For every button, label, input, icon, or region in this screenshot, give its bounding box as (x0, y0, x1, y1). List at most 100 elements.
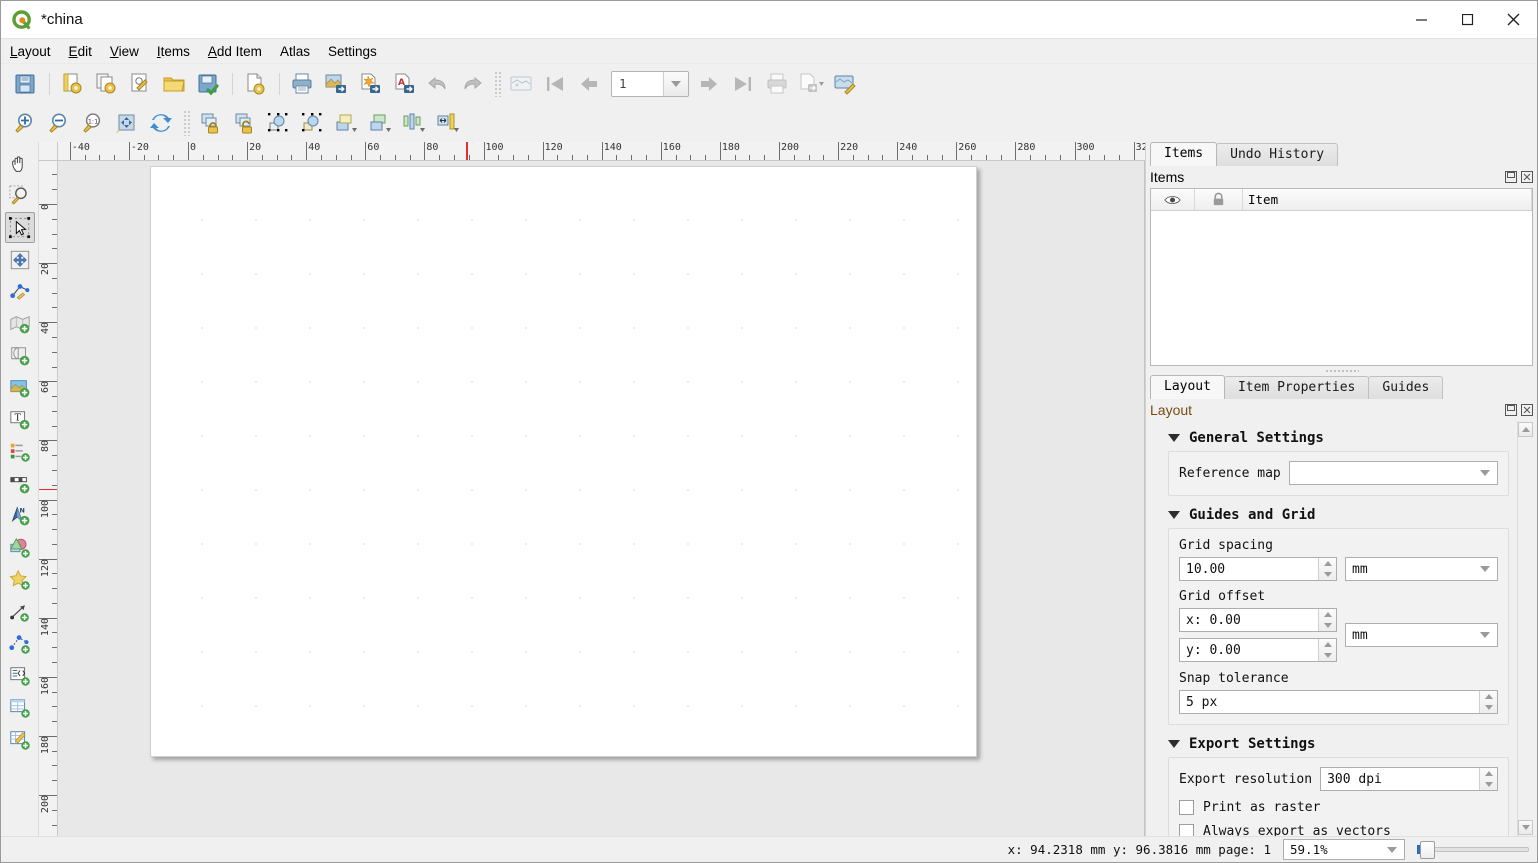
zoom-slider-handle[interactable] (1420, 840, 1435, 859)
move-item-content-button[interactable] (5, 244, 35, 275)
group-general-settings[interactable]: General Settings (1154, 425, 1515, 451)
atlas-preview-button[interactable] (829, 68, 860, 99)
distribute-items-button[interactable] (432, 107, 463, 138)
layout-manager-button[interactable] (124, 68, 155, 99)
float-panel-icon[interactable] (1504, 404, 1517, 417)
collapse-triangle-icon[interactable] (1168, 511, 1180, 519)
close-panel-icon[interactable] (1520, 171, 1533, 184)
add-manual-table-button[interactable] (5, 724, 35, 755)
undo-button[interactable] (422, 68, 453, 99)
dock-splitter[interactable] (1146, 366, 1537, 375)
group-items-button[interactable] (262, 107, 293, 138)
add-node-item-button[interactable] (5, 628, 35, 659)
redo-button[interactable] (456, 68, 487, 99)
zoom-slider[interactable] (1417, 840, 1529, 859)
zoom-out-button[interactable] (43, 107, 74, 138)
spin-up-icon[interactable] (1319, 609, 1336, 620)
new-layout-button[interactable] (56, 68, 87, 99)
add-shape-button[interactable] (5, 532, 35, 563)
export-image-button[interactable] (320, 68, 351, 99)
raise-items-button[interactable] (330, 107, 361, 138)
add-marker-button[interactable] (5, 564, 35, 595)
collapse-triangle-icon[interactable] (1168, 434, 1180, 442)
menu-edit[interactable]: Edit (60, 41, 101, 62)
save-template-button[interactable] (192, 68, 223, 99)
chevron-down-icon[interactable] (1473, 558, 1497, 580)
spin-down-icon[interactable] (1319, 650, 1336, 661)
always-export-vectors-checkbox[interactable] (1179, 824, 1194, 836)
print-as-raster-row[interactable]: Print as raster (1179, 800, 1498, 815)
spin-up-icon[interactable] (1480, 768, 1497, 779)
grid-offset-x-input[interactable]: x: 0.00 (1179, 608, 1337, 632)
items-list-panel[interactable]: Item (1150, 188, 1533, 366)
grid-spacing-input[interactable]: 10.00 (1179, 557, 1337, 581)
menu-atlas[interactable]: Atlas (271, 41, 319, 62)
tab-items[interactable]: Items (1150, 142, 1218, 166)
add-label-button[interactable]: T (5, 404, 35, 435)
atlas-export-button[interactable] (795, 68, 826, 99)
add-north-arrow-button[interactable]: N (5, 500, 35, 531)
atlas-first-feature-button[interactable] (539, 68, 570, 99)
edit-nodes-item-button[interactable] (5, 276, 35, 307)
zoom-tool-button[interactable] (5, 180, 35, 211)
pan-layout-tool-button[interactable] (5, 148, 35, 179)
add-legend-button[interactable] (5, 436, 35, 467)
spin-up-icon[interactable] (1480, 691, 1497, 702)
float-panel-icon[interactable] (1504, 171, 1517, 184)
zoom-to-extent-button[interactable] (111, 107, 142, 138)
refresh-view-button[interactable] (145, 107, 176, 138)
grid-offset-y-input[interactable]: y: 0.00 (1179, 638, 1337, 662)
add-arrow-button[interactable] (5, 596, 35, 627)
atlas-print-button[interactable] (761, 68, 792, 99)
close-button[interactable] (1491, 1, 1537, 39)
menu-add-item[interactable]: Add Item (199, 41, 271, 62)
scroll-down-arrow-icon[interactable] (1518, 820, 1533, 835)
spin-down-icon[interactable] (1480, 779, 1497, 790)
unlock-items-button[interactable] (228, 107, 259, 138)
layout-properties-button[interactable] (239, 68, 270, 99)
vertical-ruler[interactable]: 020406080100120140160180200220240 (39, 161, 58, 836)
print-button[interactable] (286, 68, 317, 99)
spin-down-icon[interactable] (1480, 702, 1497, 713)
snap-tolerance-input[interactable]: 5 px (1179, 690, 1498, 714)
items-table-body[interactable] (1151, 211, 1532, 365)
horizontal-ruler[interactable]: -40 -20 0 20 40 60 80 100 120 140 160 180 200 220 240 2… (58, 142, 1145, 161)
add-3d-map-button[interactable] (5, 340, 35, 371)
ungroup-items-button[interactable] (296, 107, 327, 138)
export-pdf-button[interactable]: A (388, 68, 419, 99)
zoom-100-button[interactable]: 1:1 (77, 107, 108, 138)
lock-items-button[interactable] (194, 107, 225, 138)
chevron-down-icon[interactable] (1473, 462, 1497, 484)
spin-down-icon[interactable] (1319, 620, 1336, 631)
layout-page[interactable] (150, 166, 978, 757)
grid-spacing-unit-combo[interactable]: mm (1345, 557, 1498, 581)
open-template-button[interactable] (158, 68, 189, 99)
atlas-feature-combo[interactable]: 1 (611, 70, 689, 97)
export-svg-button[interactable] (354, 68, 385, 99)
toolbar-drag-handle[interactable] (494, 70, 501, 97)
chevron-down-icon[interactable] (663, 71, 688, 96)
atlas-last-feature-button[interactable] (727, 68, 758, 99)
group-guides-and-grid[interactable]: Guides and Grid (1154, 502, 1515, 528)
add-html-button[interactable] (5, 660, 35, 691)
minimize-button[interactable] (1399, 1, 1445, 39)
menu-settings[interactable]: Settings (319, 41, 386, 62)
collapse-triangle-icon[interactable] (1168, 740, 1180, 748)
maximize-button[interactable] (1445, 1, 1491, 39)
spin-up-icon[interactable] (1319, 639, 1336, 650)
atlas-prev-feature-button[interactable] (573, 68, 604, 99)
zoom-in-button[interactable] (9, 107, 40, 138)
tab-undo-history[interactable]: Undo History (1216, 143, 1339, 166)
export-resolution-input[interactable]: 300 dpi (1320, 767, 1498, 791)
tab-item-properties[interactable]: Item Properties (1223, 376, 1370, 399)
print-as-raster-checkbox[interactable] (1179, 800, 1194, 815)
add-picture-button[interactable] (5, 372, 35, 403)
lower-items-button[interactable] (364, 107, 395, 138)
add-map-button[interactable] (5, 308, 35, 339)
add-attribute-table-button[interactable] (5, 692, 35, 723)
menu-layout[interactable]: Layout (1, 41, 60, 62)
close-panel-icon[interactable] (1520, 404, 1533, 417)
reference-map-combo[interactable] (1288, 461, 1498, 485)
atlas-settings-button[interactable] (505, 68, 536, 99)
group-export-settings[interactable]: Export Settings (1154, 731, 1515, 757)
